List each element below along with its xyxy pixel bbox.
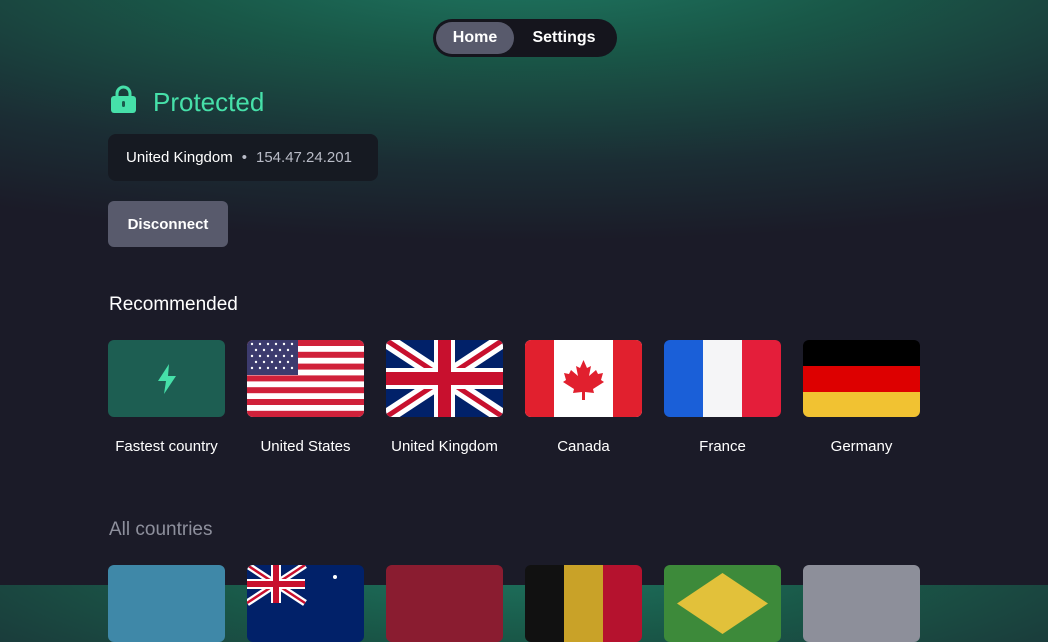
connected-country: United Kingdom	[126, 149, 233, 166]
disconnect-button[interactable]: Disconnect	[108, 201, 228, 247]
flag-icon	[108, 565, 225, 642]
ip-address: 154.47.24.201	[256, 149, 352, 166]
connection-status: Protected	[110, 85, 264, 118]
all-countries-row	[108, 565, 942, 642]
location-fastest-country[interactable]: Fastest country	[108, 340, 225, 455]
germany-flag-icon	[803, 340, 920, 417]
lightning-icon	[108, 340, 225, 417]
location-label: United Kingdom	[391, 438, 498, 455]
all-countries-title: All countries	[109, 519, 213, 540]
country-tile[interactable]	[664, 565, 781, 642]
connection-info: United Kingdom • 154.47.24.201	[108, 134, 378, 181]
recommended-row: Fastest country United States United Kin…	[108, 340, 942, 455]
france-flag-icon	[664, 340, 781, 417]
brazil-flag-icon	[664, 565, 781, 642]
status-text: Protected	[153, 86, 265, 117]
country-tile[interactable]	[525, 565, 642, 642]
location-label: Fastest country	[115, 438, 218, 455]
location-france[interactable]: France	[664, 340, 781, 455]
location-canada[interactable]: Canada	[525, 340, 642, 455]
country-tile[interactable]	[386, 565, 503, 642]
tab-settings[interactable]: Settings	[514, 22, 614, 54]
flag-icon	[386, 565, 503, 642]
top-nav: Home Settings	[433, 19, 617, 57]
location-label: Canada	[557, 438, 610, 455]
flag-icon	[803, 565, 920, 642]
australia-flag-icon	[247, 565, 364, 642]
location-united-kingdom[interactable]: United Kingdom	[386, 340, 503, 455]
belgium-flag-icon	[525, 565, 642, 642]
us-flag-icon	[247, 340, 364, 417]
recommended-title: Recommended	[109, 294, 238, 315]
canada-flag-icon	[525, 340, 642, 417]
location-label: Germany	[830, 438, 893, 455]
lock-icon	[110, 85, 137, 118]
location-label: United States	[260, 438, 351, 455]
location-united-states[interactable]: United States	[247, 340, 364, 455]
country-tile[interactable]	[247, 565, 364, 642]
country-tile[interactable]	[803, 565, 920, 642]
uk-flag-icon	[386, 340, 503, 417]
country-tile[interactable]	[108, 565, 225, 642]
location-label: France	[699, 438, 746, 455]
tab-home[interactable]: Home	[436, 22, 514, 54]
separator-dot: •	[241, 149, 247, 166]
location-germany[interactable]: Germany	[803, 340, 920, 455]
